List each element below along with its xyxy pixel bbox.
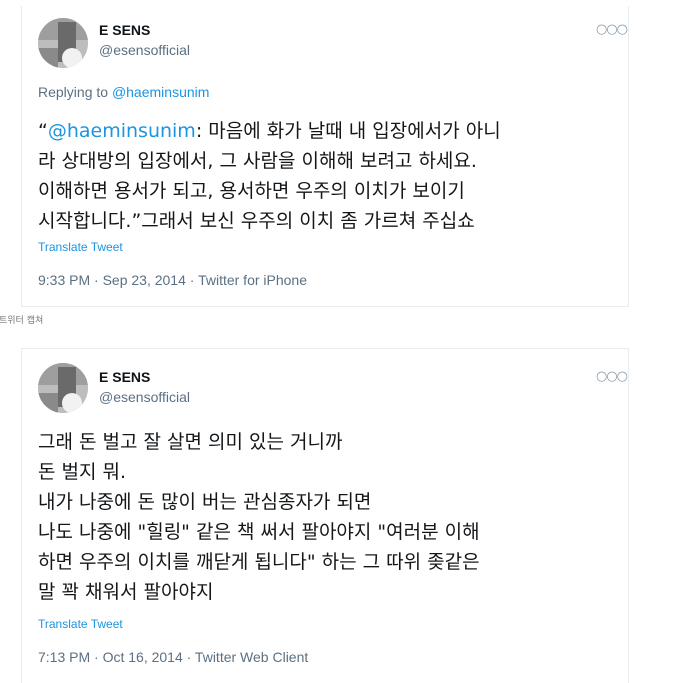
avatar-photo bbox=[38, 18, 88, 68]
replying-prefix: Replying to bbox=[38, 84, 109, 100]
tweet-card[interactable]: E SENS @esensofficial ○○○ 그래 돈 벌고 잘 살면 의… bbox=[21, 348, 629, 683]
display-name[interactable]: E SENS bbox=[99, 22, 150, 38]
tweet-timestamp[interactable]: 9:33 PM · Sep 23, 2014 · Twitter for iPh… bbox=[38, 272, 307, 288]
tweet-text-line-4: 나도 나중에 "힐링" 같은 책 써서 팔아야지 "여러분 이해 bbox=[38, 521, 480, 543]
quote-mark: “ bbox=[38, 120, 48, 142]
translate-tweet-link[interactable]: Translate Tweet bbox=[38, 240, 123, 254]
tweet-text-line-5: 하면 우주의 이치를 깨닫게 됩니다" 하는 그 따위 좆같은 bbox=[38, 551, 480, 573]
tweet-text: “@haeminsunim: 마음에 화가 날때 내 입장에서가 아니 라 상대… bbox=[38, 116, 501, 236]
more-dots-icon[interactable]: ○○○ bbox=[596, 369, 628, 384]
more-dots-icon[interactable]: ○○○ bbox=[596, 22, 628, 37]
avatar-photo bbox=[38, 363, 88, 413]
tweet-text-line-3: 내가 나중에 돈 많이 버는 관심종자가 되면 bbox=[38, 491, 372, 513]
tweet-text-line-1: 그래 돈 벌고 잘 살면 의미 있는 거니까 bbox=[38, 431, 343, 453]
tweet-text-line-3: 이해하면 용서가 되고, 용서하면 우주의 이치가 보이기 bbox=[38, 180, 465, 202]
tweet-text-line-2: 돈 벌지 뭐. bbox=[38, 461, 127, 483]
user-handle[interactable]: @esensofficial bbox=[99, 42, 190, 58]
avatar[interactable] bbox=[38, 18, 88, 68]
tweet-text-line-1: “@haeminsunim: 마음에 화가 날때 내 입장에서가 아니 bbox=[38, 116, 501, 146]
mention-link[interactable]: @haeminsunim bbox=[48, 120, 196, 142]
tweet-card-reply[interactable]: E SENS @esensofficial ○○○ Replying to @h… bbox=[21, 6, 629, 307]
replying-to-link[interactable]: @haeminsunim bbox=[112, 84, 209, 100]
translate-tweet-link[interactable]: Translate Tweet bbox=[38, 617, 123, 631]
tweet-timestamp[interactable]: 7:13 PM · Oct 16, 2014 · Twitter Web Cli… bbox=[38, 649, 308, 665]
image-caption: 트위터 캡쳐 bbox=[0, 316, 44, 326]
avatar[interactable] bbox=[38, 363, 88, 413]
replying-to: Replying to @haeminsunim bbox=[38, 84, 209, 100]
display-name[interactable]: E SENS bbox=[99, 369, 150, 385]
tweet-text-line-1-rest: : 마음에 화가 날때 내 입장에서가 아니 bbox=[195, 120, 501, 142]
tweet-text-line-4: 시작합니다.”그래서 보신 우주의 이치 좀 가르쳐 주십쇼 bbox=[38, 210, 475, 232]
tweet-text: 그래 돈 벌고 잘 살면 의미 있는 거니까 돈 벌지 뭐. 내가 나중에 돈 … bbox=[38, 427, 480, 607]
tweet-text-line-2: 라 상대방의 입장에서, 그 사람을 이해해 보려고 하세요. bbox=[38, 150, 477, 172]
tweet-text-line-6: 말 꽉 채워서 팔아야지 bbox=[38, 581, 214, 603]
user-handle[interactable]: @esensofficial bbox=[99, 389, 190, 405]
